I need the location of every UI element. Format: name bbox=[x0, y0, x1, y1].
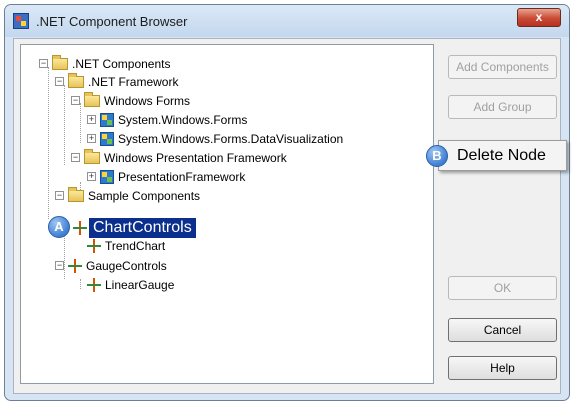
assembly-icon bbox=[100, 112, 114, 127]
control-icon bbox=[87, 238, 101, 253]
tree-node-label: PresentationFramework bbox=[118, 169, 246, 184]
tree-node-label: GaugeControls bbox=[86, 258, 167, 273]
tree-node-net-components[interactable]: − .NET Components bbox=[39, 54, 171, 72]
folder-icon bbox=[68, 186, 84, 202]
help-button[interactable]: Help bbox=[448, 356, 557, 380]
tree-node-label: TrendChart bbox=[105, 238, 166, 253]
tree-node-net-framework[interactable]: − .NET Framework bbox=[55, 72, 179, 90]
control-icon bbox=[87, 277, 101, 292]
tree-connector bbox=[80, 279, 81, 289]
collapse-icon[interactable]: − bbox=[55, 77, 64, 86]
expand-icon[interactable]: + bbox=[87, 115, 96, 124]
cancel-button[interactable]: Cancel bbox=[448, 318, 557, 342]
context-menu: Delete Node bbox=[438, 140, 567, 171]
tree-connector bbox=[64, 85, 65, 165]
tree-node-label: .NET Framework bbox=[88, 74, 179, 89]
folder-icon bbox=[84, 148, 100, 164]
collapse-icon[interactable]: − bbox=[55, 191, 64, 200]
tree-node-gaugecontrols[interactable]: − GaugeControls bbox=[55, 257, 167, 274]
component-tree[interactable]: − .NET Components − .NET Framework − Win… bbox=[20, 44, 434, 384]
callout-b: B bbox=[426, 145, 448, 167]
tree-node-label: Sample Components bbox=[88, 188, 201, 203]
tree-node-label: System.Windows.Forms bbox=[118, 112, 248, 127]
tree-node-presentationframework[interactable]: + PresentationFramework bbox=[87, 168, 245, 185]
tree-node-sample-components[interactable]: − Sample Components bbox=[55, 186, 201, 204]
collapse-icon[interactable]: − bbox=[71, 96, 80, 105]
callout-a: A bbox=[48, 216, 70, 238]
folder-icon bbox=[52, 54, 68, 70]
tree-connector bbox=[80, 103, 81, 143]
ok-button[interactable]: OK bbox=[448, 276, 557, 300]
expand-icon[interactable]: + bbox=[87, 172, 96, 181]
selected-node-label: ChartControls bbox=[89, 218, 196, 238]
collapse-icon[interactable]: − bbox=[39, 59, 48, 68]
tree-node-label: Windows Presentation Framework bbox=[104, 150, 287, 165]
tree-node-system-windows-forms[interactable]: + System.Windows.Forms bbox=[87, 111, 247, 128]
title-bar[interactable]: .NET Component Browser x bbox=[5, 5, 569, 37]
add-group-button[interactable]: Add Group bbox=[448, 95, 557, 119]
tree-node-label: .NET Components bbox=[72, 56, 171, 71]
delete-node-menu-item[interactable]: Delete Node bbox=[457, 147, 546, 164]
folder-icon bbox=[84, 91, 100, 107]
collapse-icon[interactable]: − bbox=[55, 261, 64, 270]
collapse-icon[interactable]: − bbox=[71, 153, 80, 162]
tree-node-lineargauge[interactable]: LinearGauge bbox=[87, 276, 174, 293]
folder-icon bbox=[68, 72, 84, 88]
control-icon bbox=[68, 258, 82, 273]
app-icon bbox=[13, 13, 29, 29]
tree-node-label: System.Windows.Forms.DataVisualization bbox=[118, 131, 344, 146]
expand-icon[interactable]: + bbox=[87, 134, 96, 143]
assembly-icon bbox=[100, 169, 114, 184]
tree-connector bbox=[48, 67, 49, 219]
tree-node-datavisualization[interactable]: + System.Windows.Forms.DataVisualization bbox=[87, 130, 343, 147]
tree-node-trendchart[interactable]: TrendChart bbox=[87, 237, 165, 254]
control-icon bbox=[73, 221, 87, 235]
tree-node-label: LinearGauge bbox=[105, 277, 175, 292]
tree-node-label: Windows Forms bbox=[104, 93, 191, 108]
window-title: .NET Component Browser bbox=[36, 14, 188, 29]
tree-node-wpf[interactable]: − Windows Presentation Framework bbox=[71, 148, 287, 166]
assembly-icon bbox=[100, 131, 114, 146]
tree-node-windows-forms[interactable]: − Windows Forms bbox=[71, 91, 191, 109]
add-components-button[interactable]: Add Components bbox=[448, 55, 557, 79]
close-button[interactable]: x bbox=[517, 8, 561, 27]
